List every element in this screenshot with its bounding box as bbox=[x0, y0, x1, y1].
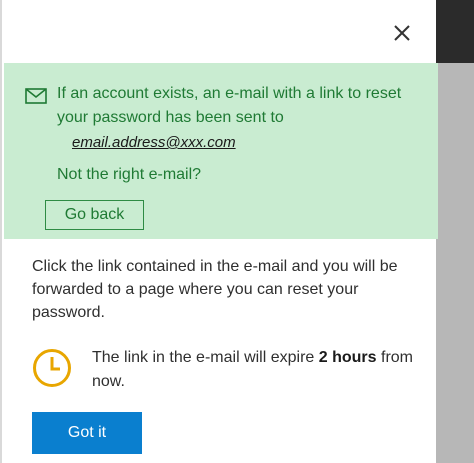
notice-message: If an account exists, an e-mail with a l… bbox=[57, 85, 402, 126]
expiry-text-before: The link in the e-mail will expire bbox=[92, 349, 319, 366]
background-overlay bbox=[436, 0, 474, 463]
expiry-message: The link in the e-mail will expire 2 hou… bbox=[92, 346, 422, 394]
reset-password-dialog: If an account exists, an e-mail with a l… bbox=[0, 0, 438, 463]
clock-icon bbox=[33, 349, 71, 387]
got-it-button[interactable]: Got it bbox=[32, 412, 142, 454]
expiry-duration: 2 hours bbox=[318, 349, 377, 366]
success-notice: If an account exists, an e-mail with a l… bbox=[4, 63, 438, 239]
background-header-block bbox=[436, 0, 474, 63]
close-button[interactable] bbox=[387, 18, 417, 48]
go-back-button[interactable]: Go back bbox=[45, 200, 144, 230]
instructions-text: Click the link contained in the e-mail a… bbox=[32, 258, 398, 321]
close-icon[interactable] bbox=[387, 18, 417, 48]
wrong-email-prompt: Not the right e-mail? bbox=[57, 166, 202, 183]
notice-email-address: email.address@xxx.com bbox=[72, 134, 236, 151]
envelope-icon bbox=[25, 88, 47, 104]
